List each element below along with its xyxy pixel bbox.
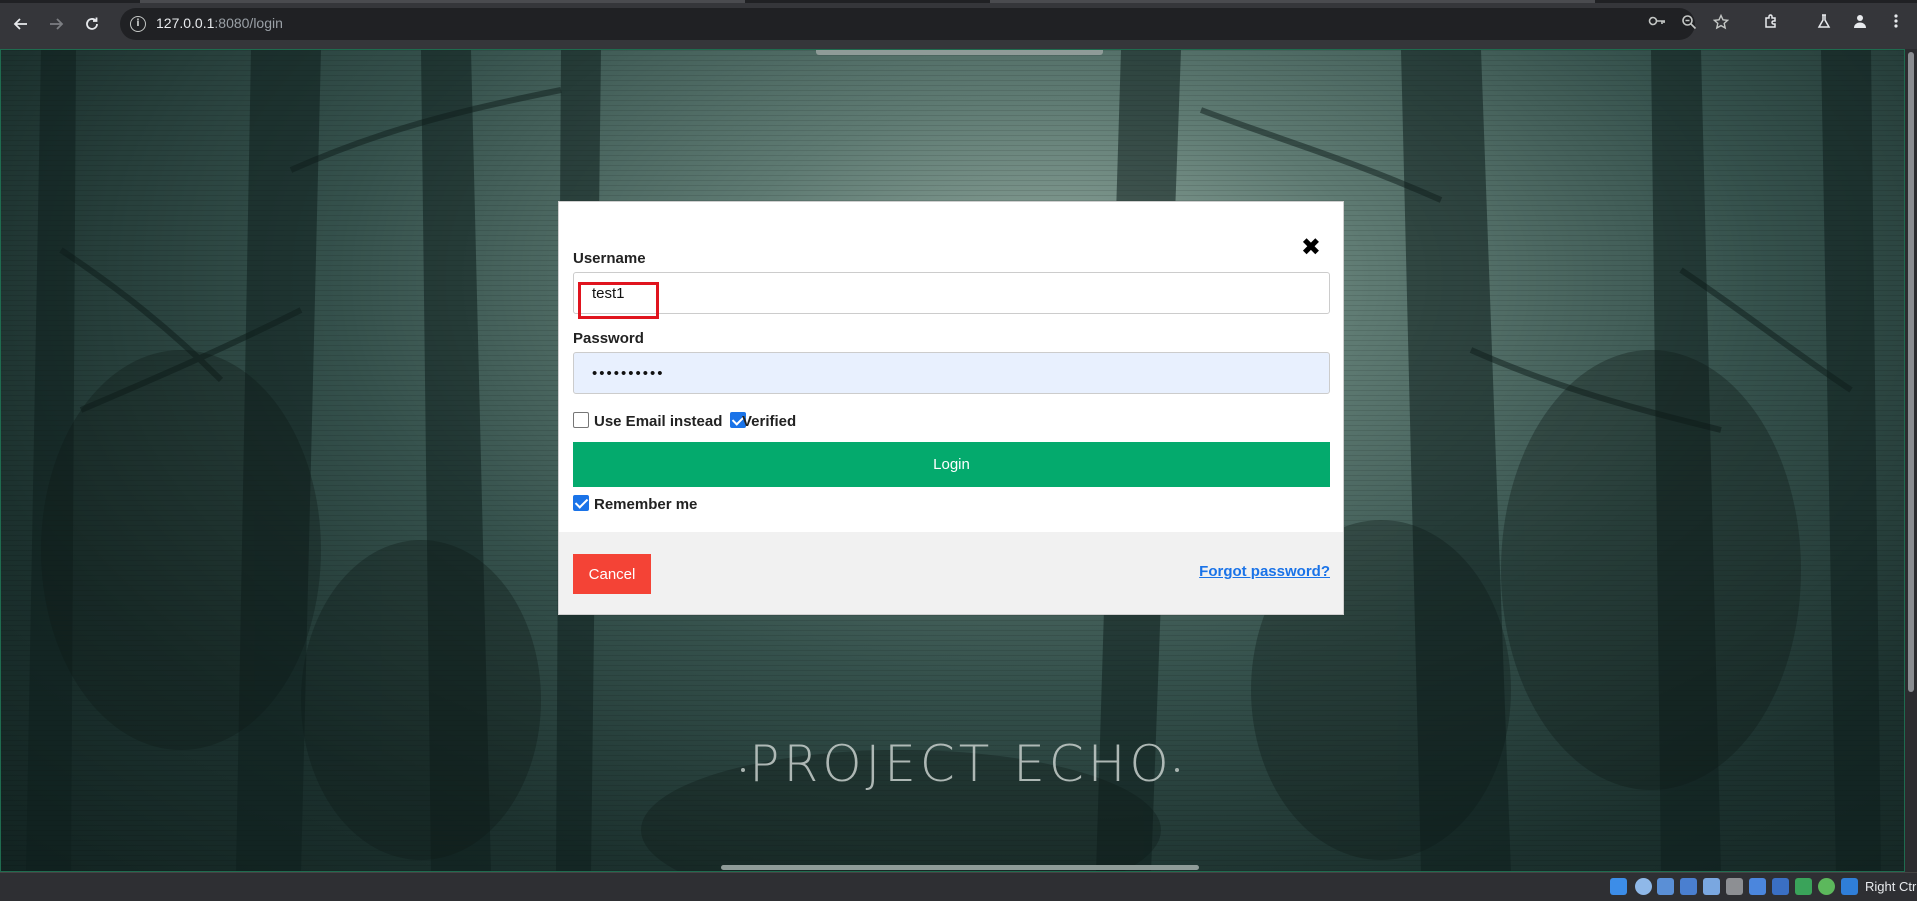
cpu-icon[interactable] — [1795, 878, 1812, 895]
password-input[interactable] — [573, 352, 1330, 394]
tab-edge — [990, 0, 1595, 3]
shared-folder-icon[interactable] — [1726, 878, 1743, 895]
mouse-integration-icon[interactable] — [1818, 878, 1835, 895]
reload-icon — [86, 17, 98, 30]
keyboard-icon[interactable] — [1841, 878, 1858, 895]
vertical-scrollbar[interactable] — [1905, 49, 1917, 872]
modal-footer: Cancel Forgot password? — [559, 532, 1343, 614]
remember-me-checkbox[interactable] — [573, 495, 589, 511]
vm-status-bar: Right Ctrl — [0, 872, 1917, 901]
login-modal: ✖ Username Password Use Email instead Ve… — [558, 201, 1344, 615]
extensions-icon[interactable] — [1760, 13, 1782, 35]
profile-icon[interactable] — [1849, 13, 1871, 35]
title-dot — [1175, 768, 1179, 772]
bookmark-star-icon[interactable] — [1710, 13, 1732, 34]
reload-button[interactable] — [78, 10, 106, 38]
remember-me-label[interactable]: Remember me — [594, 496, 697, 513]
labs-flask-icon[interactable] — [1813, 13, 1835, 35]
horizontal-scrollbar[interactable] — [721, 865, 1199, 870]
host-key-label: Right Ctrl — [1865, 879, 1917, 894]
arrow-right-icon — [50, 18, 64, 30]
arrow-left-icon — [13, 18, 27, 30]
username-label: Username — [573, 250, 646, 267]
network-icon[interactable] — [1680, 878, 1697, 895]
cancel-button[interactable]: Cancel — [573, 554, 651, 594]
display-icon[interactable] — [1749, 878, 1766, 895]
use-email-label[interactable]: Use Email instead — [594, 413, 722, 430]
scroll-thumb[interactable] — [1908, 52, 1914, 692]
password-key-icon[interactable] — [1646, 14, 1668, 34]
username-input[interactable] — [573, 272, 1330, 314]
storage-icon[interactable] — [1610, 878, 1627, 895]
menu-kebab-icon[interactable] — [1885, 13, 1907, 35]
forgot-password-link[interactable]: Forgot password? — [1199, 563, 1330, 580]
horizontal-scroll-thumb-top[interactable] — [816, 50, 1103, 55]
zoom-icon[interactable] — [1678, 14, 1700, 34]
usb-icon[interactable] — [1703, 878, 1720, 895]
use-email-checkbox[interactable] — [573, 412, 589, 428]
optical-drive-icon[interactable] — [1635, 878, 1652, 895]
recording-icon[interactable] — [1772, 878, 1789, 895]
site-info-icon[interactable]: i — [130, 16, 146, 32]
tab-edge — [140, 0, 745, 3]
password-label: Password — [573, 330, 644, 347]
forward-button[interactable] — [42, 10, 70, 38]
browser-toolbar: i 127.0.0.1:8080/login — [0, 0, 1917, 49]
close-icon[interactable]: ✖ — [1301, 235, 1321, 259]
brand-title: PROJECT ECHO — [749, 735, 1173, 793]
address-bar[interactable]: i 127.0.0.1:8080/login — [120, 8, 1730, 40]
back-button[interactable] — [7, 10, 35, 38]
login-button[interactable]: Login — [573, 442, 1330, 487]
url-text[interactable]: 127.0.0.1:8080/login — [156, 15, 283, 31]
verified-label[interactable]: Verified — [742, 413, 796, 430]
audio-icon[interactable] — [1657, 878, 1674, 895]
tab-strip — [0, 0, 1917, 3]
